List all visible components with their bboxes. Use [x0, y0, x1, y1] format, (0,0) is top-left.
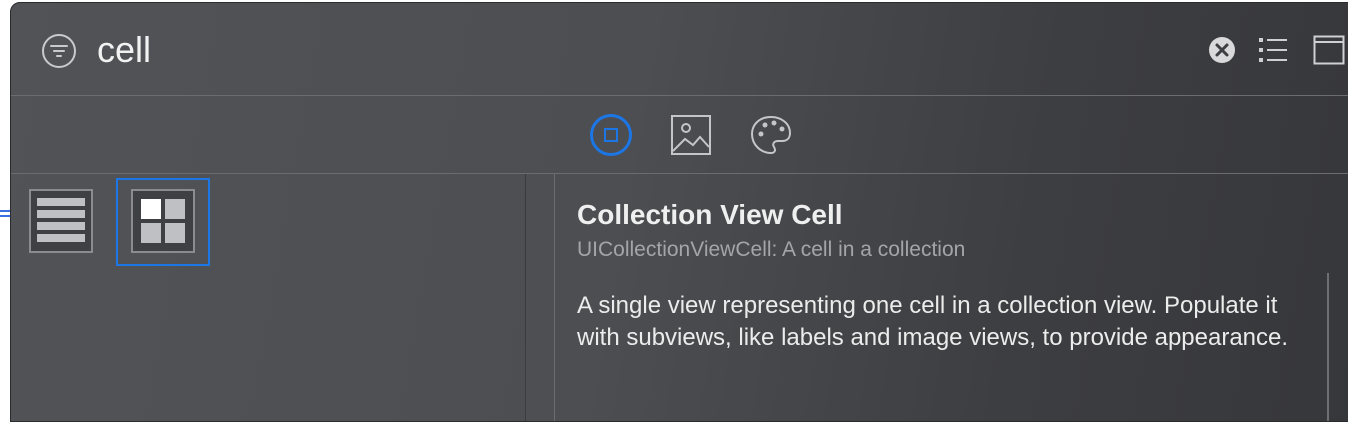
- scrollbar[interactable]: [1327, 273, 1329, 421]
- image-icon[interactable]: [669, 113, 713, 157]
- pane-splitter[interactable]: [525, 174, 555, 421]
- collection-cell-icon: [141, 199, 185, 243]
- clear-icon[interactable]: [1208, 36, 1236, 64]
- detail-description: A single view representing one cell in a…: [577, 292, 1289, 351]
- table-view-cell-item[interactable]: [29, 189, 93, 253]
- objects-tab-icon[interactable]: [589, 113, 633, 157]
- library-panel: Collection View Cell UICollectionViewCel…: [10, 2, 1348, 422]
- detail-subtitle: UICollectionViewCell: A cell in a collec…: [577, 238, 966, 261]
- list-icon[interactable]: [1258, 35, 1288, 65]
- detail-title: Collection View Cell: [577, 199, 843, 230]
- collection-view-cell-item[interactable]: [131, 189, 195, 253]
- palette-icon[interactable]: [749, 113, 793, 157]
- table-cell-icon: [37, 198, 85, 242]
- search-input[interactable]: [97, 25, 1097, 75]
- filter-icon[interactable]: [41, 33, 77, 69]
- category-tabs: [11, 96, 1348, 174]
- library-grid: [11, 174, 526, 421]
- panel-icon[interactable]: [1313, 35, 1345, 65]
- detail-pane: Collection View Cell UICollectionViewCel…: [577, 174, 1337, 421]
- search-bar: [11, 3, 1348, 96]
